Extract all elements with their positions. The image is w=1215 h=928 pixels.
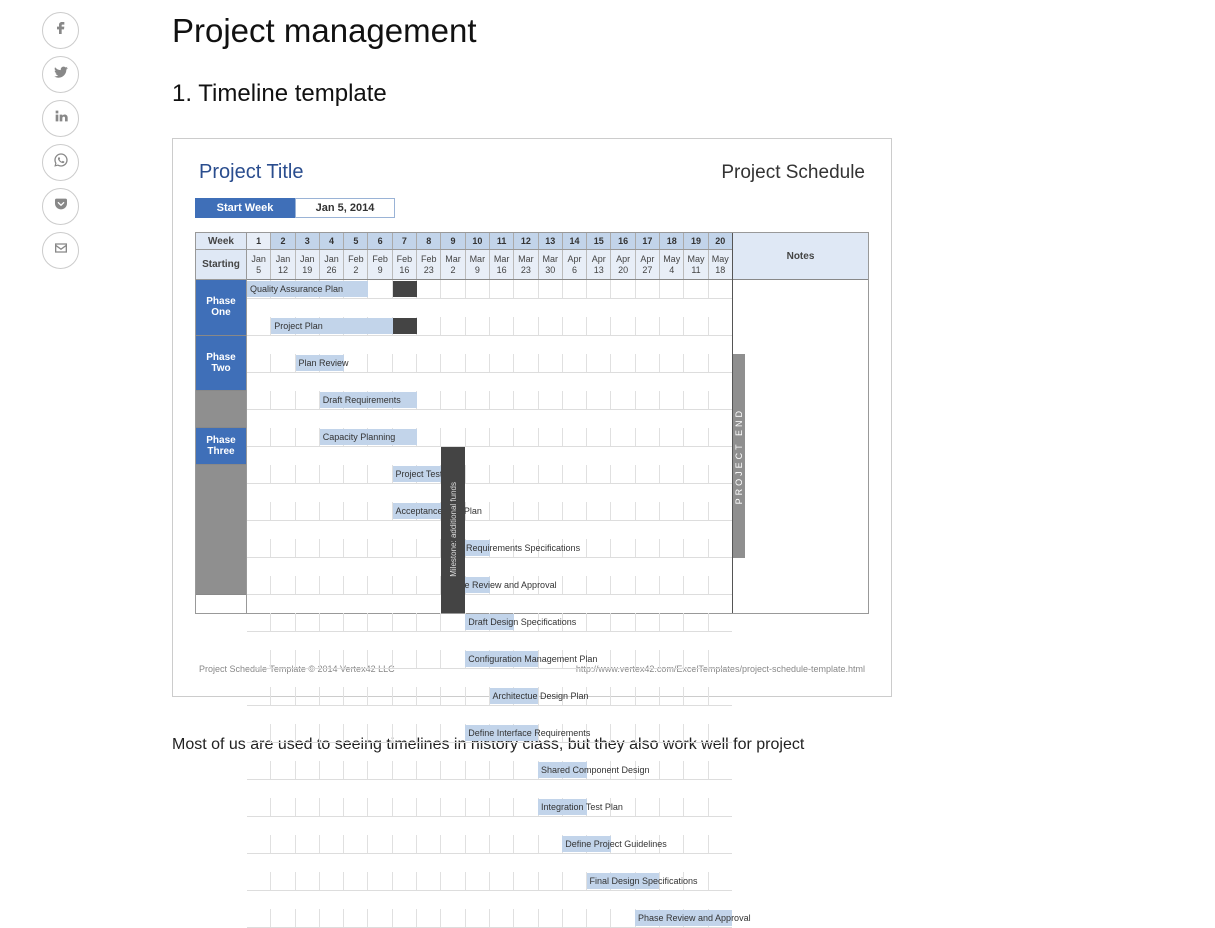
gantt-task-bar: Project Plan — [271, 318, 392, 334]
phase-label — [196, 391, 246, 428]
starting-header: Starting — [196, 250, 246, 280]
week-date: Apr27 — [636, 250, 660, 279]
gantt-task-bar: Project Test Plan — [393, 466, 442, 482]
gantt-task-bar: Configuration Management Plan — [465, 651, 538, 667]
share-twitter[interactable] — [42, 56, 79, 93]
phase-label — [196, 465, 246, 595]
week-number: 20 — [709, 233, 732, 249]
week-number: 16 — [611, 233, 635, 249]
week-date: May11 — [684, 250, 708, 279]
week-date: Apr6 — [563, 250, 587, 279]
week-date: Jan19 — [296, 250, 320, 279]
gantt-task-bar: Quality Assurance Plan — [247, 281, 368, 297]
twitter-icon — [53, 64, 69, 85]
gantt-task-bar: Shared Component Design — [538, 762, 587, 778]
week-number: 15 — [587, 233, 611, 249]
week-date: Mar2 — [441, 250, 465, 279]
share-column — [42, 12, 79, 269]
gantt-task-bar: Phase Review and Approval — [635, 910, 732, 926]
week-number: 11 — [490, 233, 514, 249]
start-week-value: Jan 5, 2014 — [295, 198, 395, 218]
week-number: 1 — [247, 233, 271, 249]
linkedin-icon — [53, 108, 69, 129]
milestone-bar: Milestone: additional funds — [441, 447, 465, 614]
week-date: Jan5 — [247, 250, 271, 279]
week-number: 13 — [539, 233, 563, 249]
gantt-chart: Week Starting Phase OnePhase Two Phase Th… — [195, 232, 869, 614]
week-number: 4 — [320, 233, 344, 249]
week-number: 17 — [636, 233, 660, 249]
week-date: Jan12 — [271, 250, 295, 279]
week-date: Mar16 — [490, 250, 514, 279]
share-linkedin[interactable] — [42, 100, 79, 137]
article-subheading: 1. Timeline template — [172, 80, 892, 108]
week-date: Jan26 — [320, 250, 344, 279]
week-number: 10 — [466, 233, 490, 249]
facebook-icon — [53, 20, 69, 41]
week-date: Apr13 — [587, 250, 611, 279]
week-date: Feb2 — [344, 250, 368, 279]
week-number: 8 — [417, 233, 441, 249]
pocket-icon — [53, 196, 69, 217]
gantt-task-bar: Define Project Guidelines — [562, 836, 611, 852]
phase-label: Phase One — [196, 280, 246, 336]
gantt-task-bar: Integration Test Plan — [538, 799, 587, 815]
gantt-task-bar: Capacity Planning — [320, 429, 417, 445]
week-number: 5 — [344, 233, 368, 249]
week-date: Mar30 — [539, 250, 563, 279]
whatsapp-icon — [53, 152, 69, 173]
phase-label: Phase Three — [196, 428, 246, 465]
gantt-index-bar — [393, 281, 417, 297]
week-header: Week — [196, 233, 246, 250]
week-number: 2 — [271, 233, 295, 249]
week-date: May4 — [660, 250, 684, 279]
milestone-label: Milestone: additional funds — [449, 482, 458, 577]
template-title: Project Title — [199, 161, 303, 184]
week-number: 18 — [660, 233, 684, 249]
article-heading: Project management — [172, 12, 892, 50]
article-content: Project management 1. Timeline template … — [172, 12, 892, 757]
start-week-label: Start Week — [195, 198, 295, 218]
gantt-task-bar: Draft Requirements — [320, 392, 417, 408]
week-number: 7 — [393, 233, 417, 249]
gantt-task-bar: Final Design Specifications — [587, 873, 660, 889]
gantt-task-bar: Draft Design Specifications — [465, 614, 514, 630]
week-date: Mar23 — [514, 250, 538, 279]
gantt-task-bar: Acceptance Test Plan — [393, 503, 442, 519]
week-number: 9 — [441, 233, 465, 249]
week-number: 19 — [684, 233, 708, 249]
gantt-task-bar: Plan Review — [296, 355, 345, 371]
week-date: Apr20 — [611, 250, 635, 279]
week-number: 6 — [368, 233, 392, 249]
gantt-index-bar — [393, 318, 417, 334]
week-number: 3 — [296, 233, 320, 249]
notes-header: Notes — [733, 233, 868, 280]
share-facebook[interactable] — [42, 12, 79, 49]
share-pocket[interactable] — [42, 188, 79, 225]
week-number: 12 — [514, 233, 538, 249]
phase-label: Phase Two — [196, 336, 246, 392]
gantt-task-bar: Define Interface Requirements — [465, 725, 538, 741]
share-whatsapp[interactable] — [42, 144, 79, 181]
project-end-bar: PROJECT END — [733, 354, 745, 558]
week-date: Feb9 — [368, 250, 392, 279]
week-number: 14 — [563, 233, 587, 249]
template-schedule-label: Project Schedule — [721, 162, 865, 184]
timeline-template-image: Project Title Project Schedule Start Wee… — [172, 138, 892, 697]
email-icon — [53, 240, 69, 261]
week-date: Feb16 — [393, 250, 417, 279]
gantt-task-bar: Architectue Design Plan — [490, 688, 539, 704]
share-email[interactable] — [42, 232, 79, 269]
week-date: May18 — [709, 250, 732, 279]
week-date: Feb23 — [417, 250, 441, 279]
week-date: Mar9 — [466, 250, 490, 279]
